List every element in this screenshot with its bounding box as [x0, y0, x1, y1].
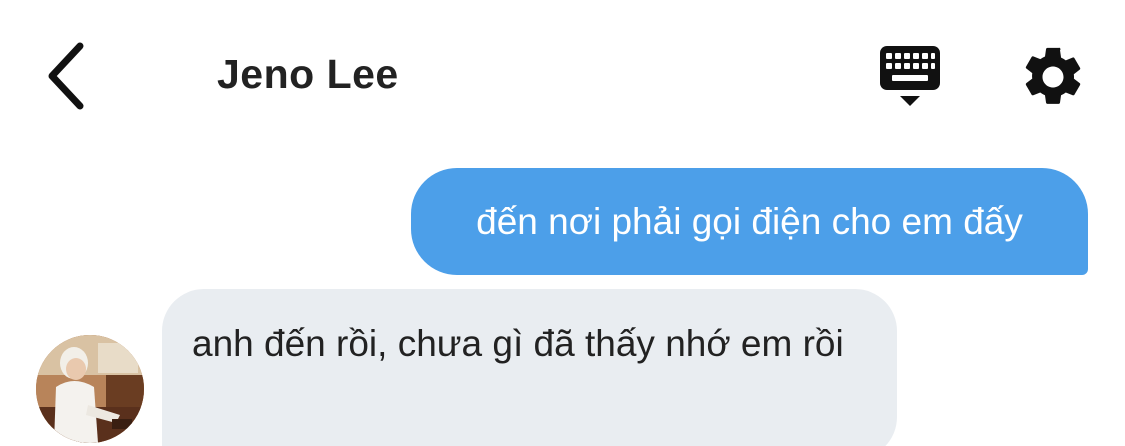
keyboard-icon — [880, 46, 940, 106]
message-text: đến nơi phải gọi điện cho em đấy — [476, 200, 1023, 242]
incoming-message-bubble[interactable]: anh đến rồi, chưa gì đã thấy nhớ em rồi — [162, 289, 897, 446]
back-button[interactable] — [36, 38, 96, 114]
keyboard-toggle-button[interactable] — [874, 42, 946, 112]
message-text: anh đến rồi, chưa gì đã thấy nhớ em rồi — [192, 323, 844, 364]
settings-button[interactable] — [1018, 42, 1088, 112]
avatar-photo — [36, 335, 144, 443]
chevron-left-icon — [48, 42, 84, 110]
chat-header: Jeno Lee — [0, 0, 1125, 140]
gear-icon — [1025, 47, 1081, 104]
chat-screen: Jeno Lee đến nơi phải gọi điện cho em đấ… — [0, 0, 1125, 446]
avatar[interactable] — [36, 335, 144, 443]
outgoing-message-bubble[interactable]: đến nơi phải gọi điện cho em đấy — [411, 168, 1088, 275]
conversation-title: Jeno Lee — [217, 51, 399, 97]
